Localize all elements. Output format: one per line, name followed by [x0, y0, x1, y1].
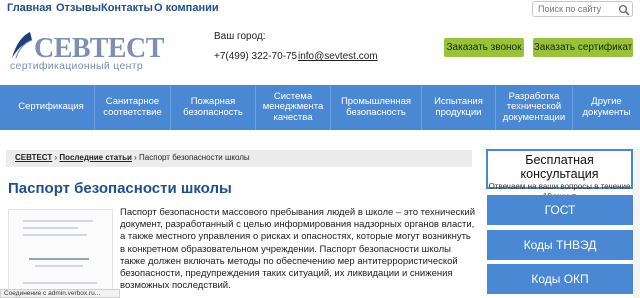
thumbnail-text-line: [23, 282, 97, 284]
breadcrumb-current: Паспорт безопасности школы: [139, 153, 250, 162]
breadcrumb-separator: ›: [54, 153, 58, 162]
nav-item-sanitary[interactable]: Санитарное соответствие: [95, 85, 170, 130]
top-nav-home-link[interactable]: Главная: [7, 2, 52, 14]
site-logo[interactable]: СЕВТЕСТ сертификационный центр: [8, 30, 188, 78]
gost-button[interactable]: ГОСТ: [487, 195, 633, 225]
nav-item-quality-management[interactable]: Система менеджмента качества: [256, 85, 330, 130]
consultation-title: Бесплатная консультация: [520, 153, 599, 181]
nav-item-other-documents[interactable]: Другие документы: [573, 85, 640, 130]
nav-item-certification[interactable]: Сертификация: [8, 85, 94, 130]
breadcrumb-section-link[interactable]: Последние статьи: [59, 153, 131, 162]
free-consultation-box[interactable]: Бесплатная консультация Отвечаем на ваши…: [486, 149, 633, 201]
nav-item-fire-safety[interactable]: Пожарная безопасность: [171, 85, 255, 130]
page-title: Паспорт безопасности школы: [8, 180, 232, 197]
search-icon[interactable]: [618, 4, 630, 16]
top-bar: Главная Отзывы Контакты О компании: [0, 0, 640, 20]
nav-item-technical-documentation[interactable]: Разработка технической документации: [496, 85, 572, 130]
top-nav-contacts-link[interactable]: Контакты: [101, 2, 153, 14]
callback-button[interactable]: Заказать звонок: [444, 38, 524, 57]
thumbnail-text-line: [23, 220, 93, 222]
nav-item-product-testing[interactable]: Испытания продукции: [422, 85, 495, 130]
status-bar: Соединение с admin.verbox.ru...: [0, 289, 120, 298]
phone-number: +7(499) 322-70-75: [214, 51, 298, 62]
document-thumbnail[interactable]: [8, 209, 113, 298]
order-certificate-button[interactable]: Заказать сертификат: [533, 38, 633, 57]
city-label[interactable]: Ваш город:: [214, 31, 266, 42]
breadcrumb: СЕВТЕСТ › Последние статьи › Паспорт без…: [6, 150, 472, 167]
logo-icon: [12, 32, 33, 59]
breadcrumb-home-link[interactable]: СЕВТЕСТ: [15, 153, 52, 162]
tnved-codes-button[interactable]: Коды ТНВЭД: [487, 230, 633, 260]
main-nav: Сертификация Санитарное соответствие Пож…: [0, 85, 640, 130]
top-nav-reviews-link[interactable]: Отзывы: [56, 2, 101, 14]
thumbnail-text-line: [29, 258, 89, 260]
email-link[interactable]: info@sevtest.com: [298, 51, 378, 62]
thumbnail-text-line: [23, 234, 87, 236]
thumbnail-text-line: [23, 227, 78, 229]
top-nav-about-link[interactable]: О компании: [154, 2, 219, 14]
breadcrumb-separator: ›: [134, 153, 137, 162]
okp-codes-button[interactable]: Коды ОКП: [487, 264, 633, 294]
scrollbar[interactable]: [633, 149, 640, 298]
logo-subtitle: сертификационный центр: [10, 60, 143, 72]
nav-item-industrial-safety[interactable]: Промышленная безопасность: [331, 85, 421, 130]
article-body: Паспорт безопасности массового пребывани…: [120, 207, 476, 292]
thumbnail-text-line: [35, 265, 83, 267]
